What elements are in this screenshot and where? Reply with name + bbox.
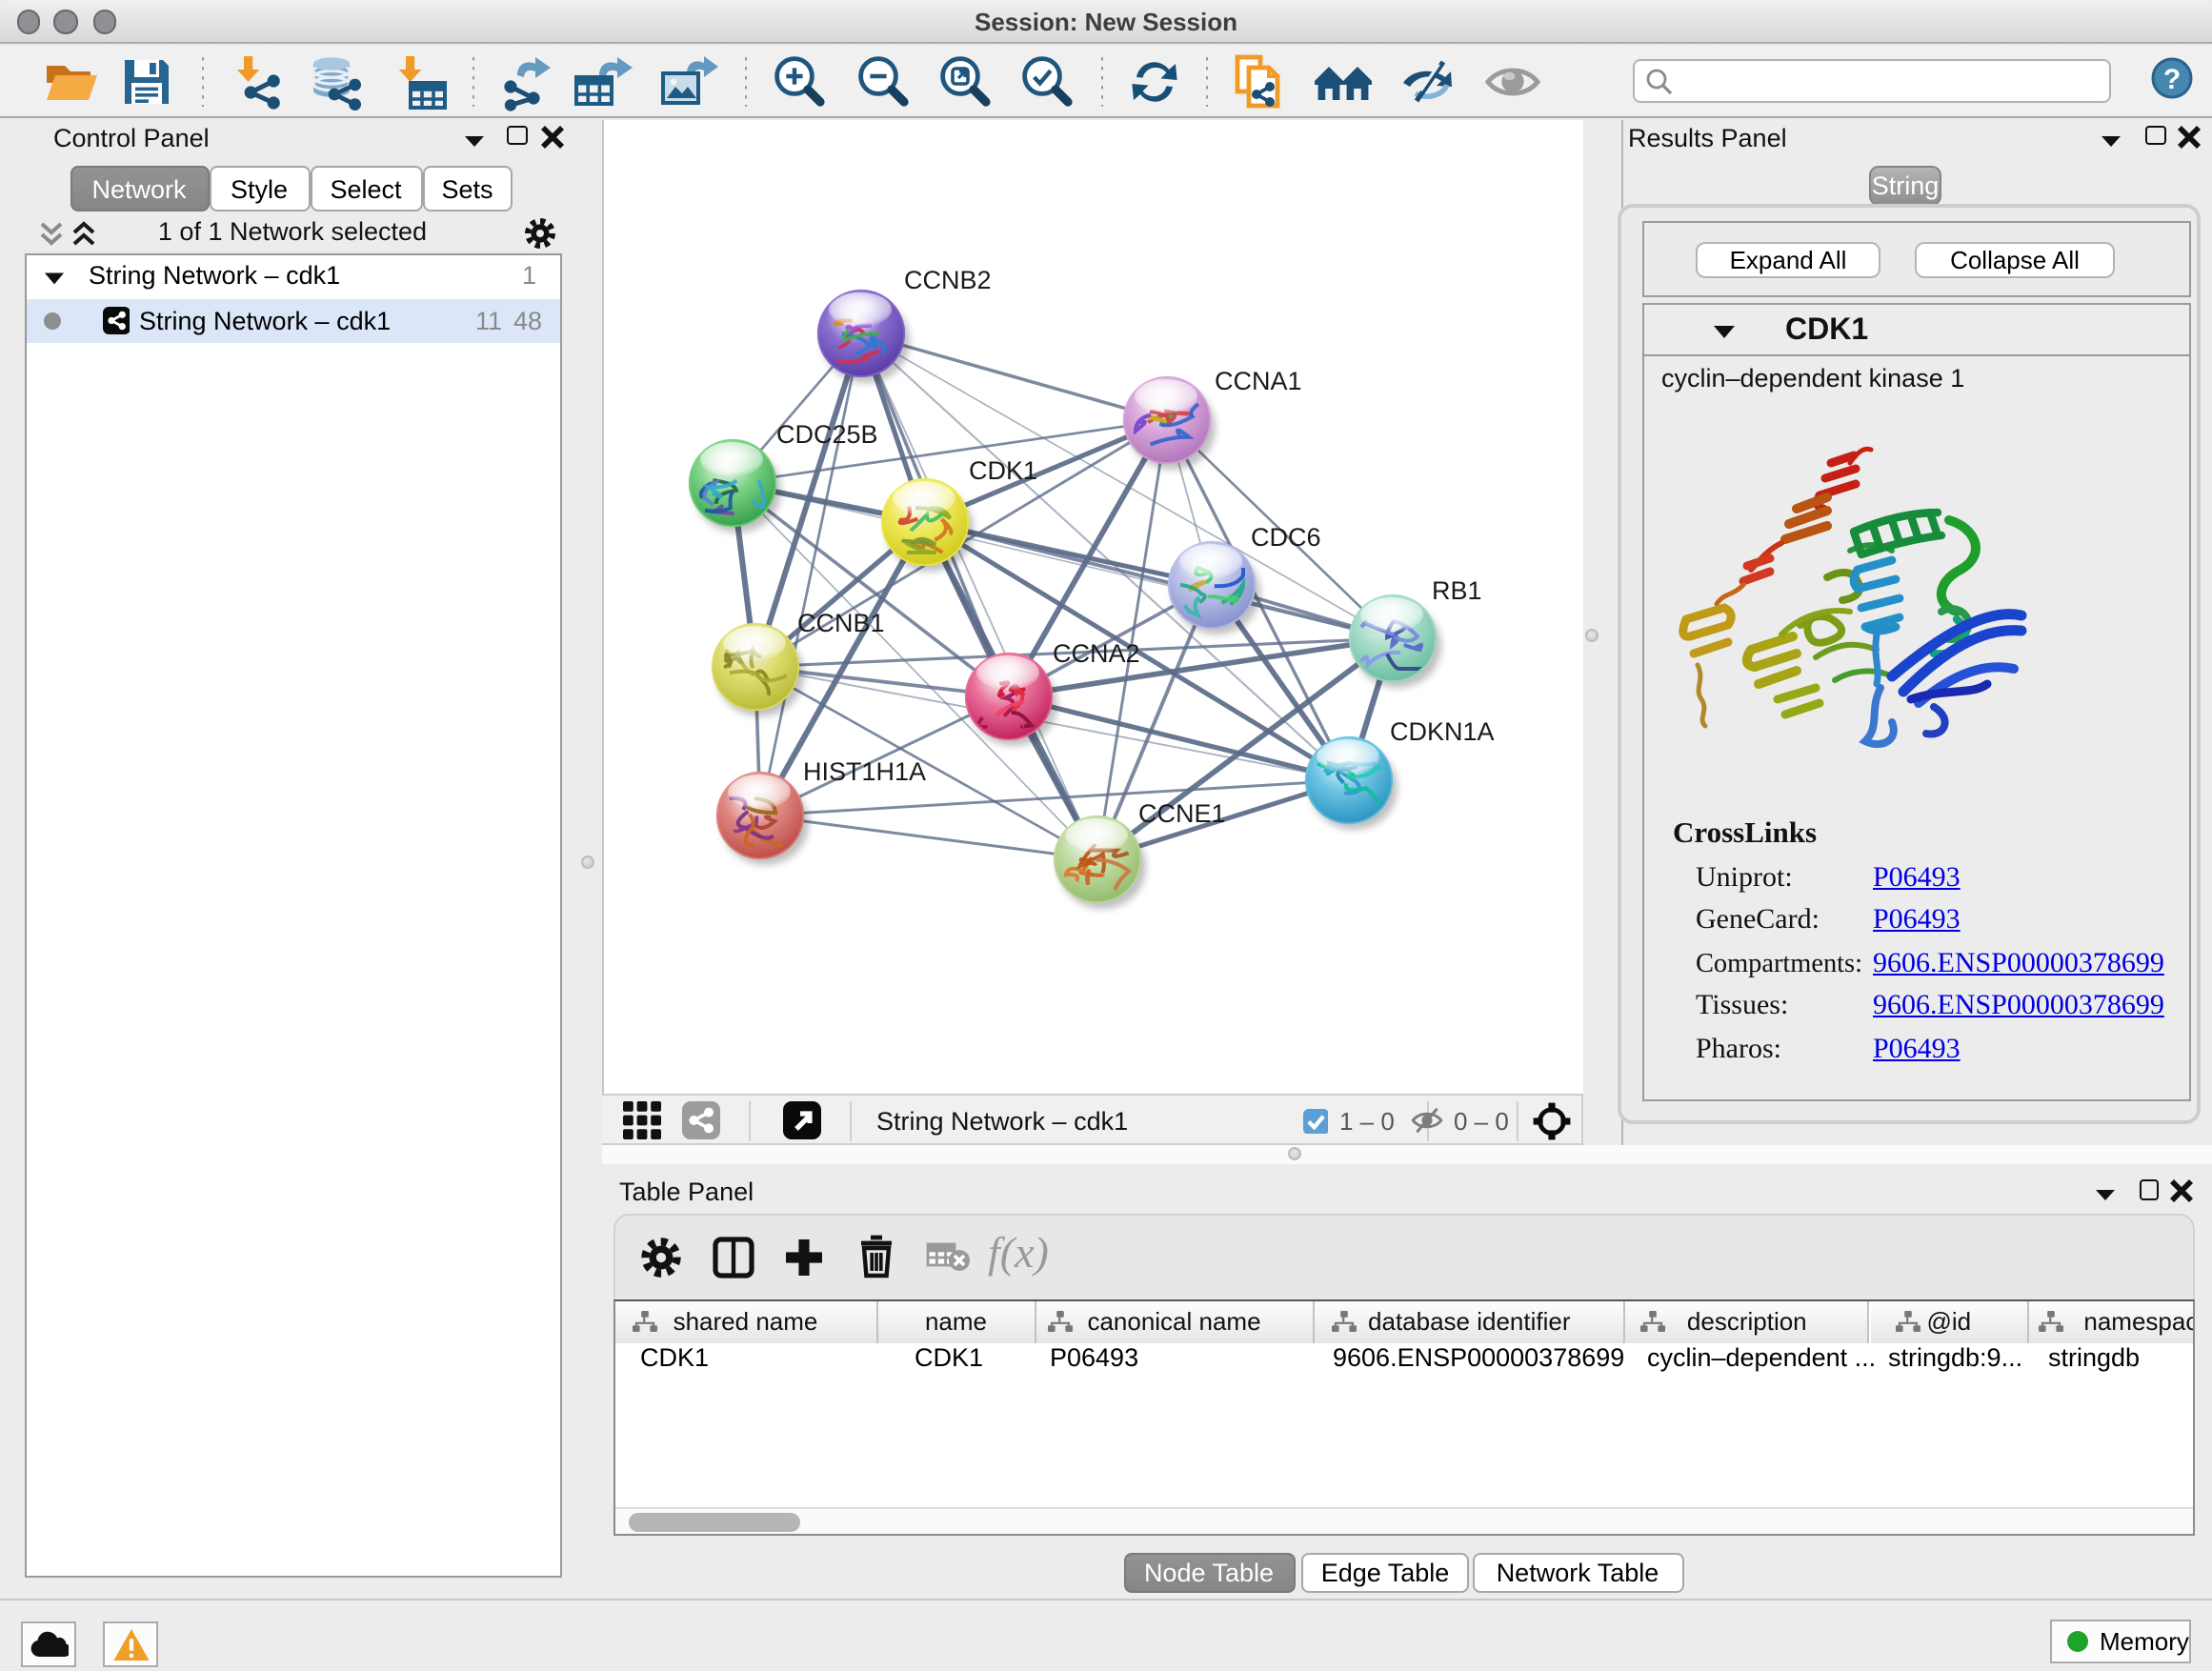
- svg-text:CCNA2: CCNA2: [1052, 638, 1139, 667]
- svg-text:RB1: RB1: [1431, 575, 1481, 604]
- svg-text:CCNB2: CCNB2: [903, 265, 991, 293]
- svg-text:CDC6: CDC6: [1250, 522, 1320, 551]
- svg-text:CCNE1: CCNE1: [1137, 798, 1225, 827]
- svg-text:CCNA1: CCNA1: [1214, 366, 1301, 394]
- svg-text:CCNB1: CCNB1: [796, 608, 884, 636]
- svg-text:CDC25B: CDC25B: [775, 419, 877, 448]
- svg-text:CDKN1A: CDKN1A: [1389, 716, 1494, 745]
- svg-text:CDK1: CDK1: [968, 455, 1036, 484]
- svg-text:?: ?: [2163, 64, 2181, 95]
- svg-text:HIST1H1A: HIST1H1A: [802, 756, 925, 785]
